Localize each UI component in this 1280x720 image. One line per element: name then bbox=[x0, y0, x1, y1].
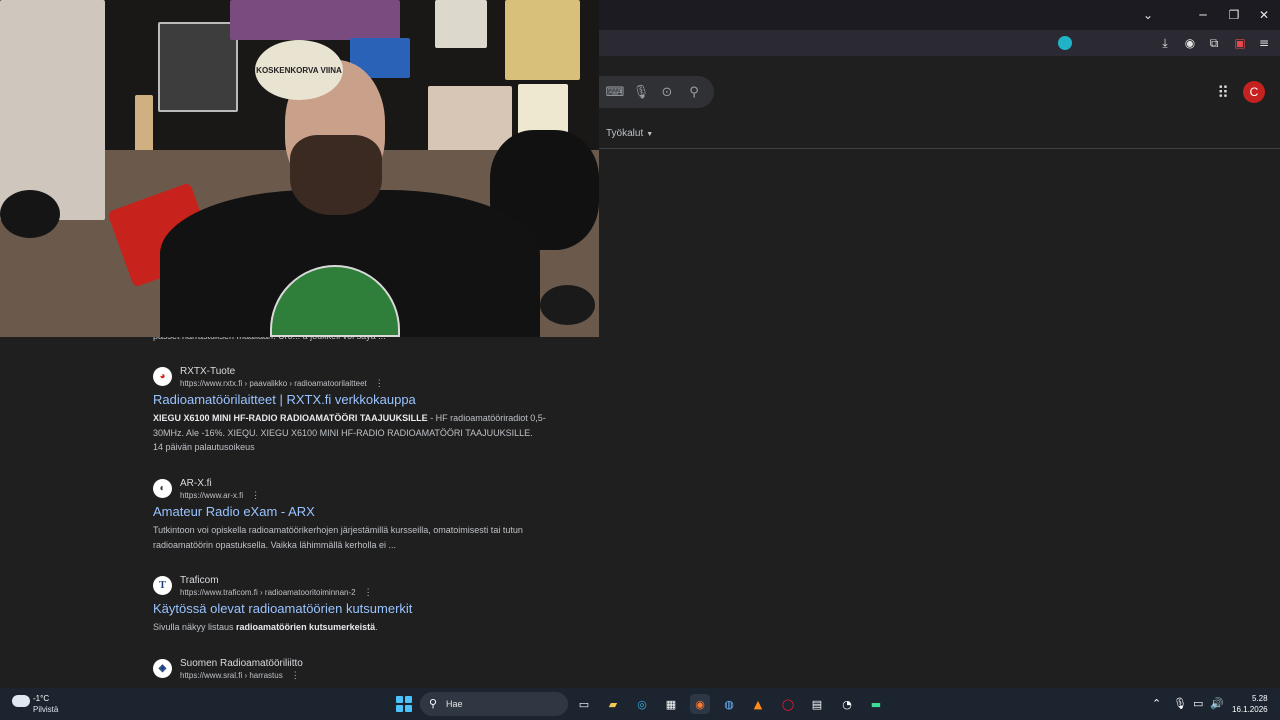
headphones bbox=[540, 285, 595, 325]
taskbar-search-label: Hae bbox=[446, 699, 463, 709]
caret-down-icon: ▼ bbox=[646, 131, 654, 138]
tools-label: Työkalut bbox=[606, 128, 644, 139]
search-bar[interactable]: ⌨ 🎙 ⊙ ⚲ bbox=[598, 76, 714, 108]
more-options-icon[interactable]: ⋮ bbox=[364, 587, 373, 597]
obs-icon[interactable]: ◔ bbox=[837, 694, 857, 714]
site-url-text: https://www.ar-x.fi bbox=[180, 491, 244, 500]
poster bbox=[158, 22, 238, 112]
weather-description[interactable]: Pilvistä bbox=[33, 705, 58, 714]
screen: ⌄ ─ ❐ ✕ ⤓ ◉ ⧉ ▣ ≡ ⌨ 🎙 ⊙ ⚲ ⠿ C Työkalut ▼ … bbox=[0, 0, 1280, 720]
site-favicon-icon: ◕ bbox=[153, 367, 172, 386]
volume-icon[interactable]: 🔊 bbox=[1210, 697, 1224, 710]
account-avatar[interactable]: C bbox=[1243, 81, 1265, 103]
poster bbox=[435, 0, 487, 48]
start-logo-tile bbox=[405, 705, 412, 712]
site-url[interactable]: https://www.ar-x.fi ⋮ bbox=[180, 490, 260, 501]
chevron-down-icon[interactable]: ⌄ bbox=[1135, 4, 1161, 26]
more-options-icon[interactable]: ⋮ bbox=[251, 490, 260, 500]
clock-date[interactable]: 16.1.2026 bbox=[1232, 705, 1268, 714]
minimize-icon[interactable]: ─ bbox=[1190, 4, 1216, 26]
weather-temperature[interactable]: -1°C bbox=[33, 694, 49, 703]
traficom-favicon-icon: T bbox=[153, 576, 172, 595]
result-title[interactable]: Käytössä olevat radioamatöörien kutsumer… bbox=[153, 601, 412, 616]
result-snippet: XIEGU X6100 MINI HF-RADIO RADIOAMATÖÖRI … bbox=[153, 411, 573, 441]
site-url-text: https://www.sral.fi › harrastus bbox=[180, 671, 283, 680]
site-url[interactable]: https://www.sral.fi › harrastus ⋮ bbox=[180, 670, 300, 681]
close-icon[interactable]: ✕ bbox=[1251, 4, 1277, 26]
edge-icon[interactable]: ◎ bbox=[632, 694, 652, 714]
store-icon[interactable]: ▦ bbox=[661, 694, 681, 714]
mic-icon[interactable]: 🎙 bbox=[632, 83, 650, 101]
keyboard-icon[interactable]: ⌨ bbox=[606, 83, 625, 101]
chevron-up-icon[interactable]: ⌃ bbox=[1152, 697, 1161, 710]
opera-icon[interactable]: ◯ bbox=[778, 694, 798, 714]
start-logo-tile bbox=[396, 696, 403, 703]
site-name[interactable]: AR-X.fi bbox=[180, 478, 212, 489]
site-url-text: https://www.rxtx.fi › paavalikko › radio… bbox=[180, 379, 367, 388]
result-snippet: Sivulla näkyy listaus radioamatöörien ku… bbox=[153, 620, 573, 635]
download-icon[interactable]: ⤓ bbox=[1156, 34, 1174, 52]
koskenkorva-poster: KOSKENKORVA VIINA bbox=[255, 40, 343, 100]
poster bbox=[505, 0, 580, 80]
snippet-text: Sivulla näkyy listaus bbox=[153, 622, 237, 632]
restore-icon[interactable]: ❐ bbox=[1221, 4, 1247, 26]
search-icon[interactable]: ⚲ bbox=[685, 83, 703, 101]
taskbar-search[interactable]: ⚲ Hae bbox=[420, 692, 568, 716]
snippet-text: . bbox=[375, 622, 378, 632]
result-snippet: Tutkintoon voi opiskella radioamatöörike… bbox=[153, 525, 523, 550]
more-options-icon[interactable]: ⋮ bbox=[375, 378, 384, 388]
clock-time[interactable]: 5.28 bbox=[1252, 694, 1268, 703]
poster bbox=[230, 0, 400, 40]
site-url[interactable]: https://www.traficom.fi › radioamatoorit… bbox=[180, 587, 373, 598]
extensions-icon[interactable]: ⧉ bbox=[1205, 34, 1223, 52]
account-icon[interactable]: ◉ bbox=[1181, 34, 1199, 52]
start-button[interactable] bbox=[396, 696, 412, 712]
start-logo-tile bbox=[396, 705, 403, 712]
wall-left bbox=[0, 0, 105, 220]
favicon-letter: T bbox=[159, 580, 166, 591]
cloud-icon[interactable] bbox=[12, 695, 30, 707]
site-url-text: https://www.traficom.fi › radioamatoorit… bbox=[180, 588, 356, 597]
result-extra: 14 päivän palautusoikeus bbox=[153, 442, 255, 452]
result-title[interactable]: Amateur Radio eXam - ARX bbox=[153, 504, 315, 519]
site-name[interactable]: Traficom bbox=[180, 575, 219, 586]
lens-icon[interactable]: ⊙ bbox=[658, 83, 676, 101]
mic-icon[interactable]: 🎙 bbox=[1173, 697, 1187, 710]
beard bbox=[290, 135, 382, 215]
cap bbox=[0, 190, 60, 238]
task-view-icon[interactable]: ▭ bbox=[574, 694, 594, 714]
snippet-bold: radioamatöörien kutsumerkeistä bbox=[236, 622, 376, 632]
steam-icon[interactable]: ◍ bbox=[719, 694, 739, 714]
addon-icon[interactable]: ▣ bbox=[1231, 34, 1249, 52]
firefox-icon[interactable]: ◉ bbox=[690, 694, 710, 714]
site-favicon-icon: ◐ bbox=[153, 479, 172, 498]
site-name[interactable]: RXTX-Tuote bbox=[180, 366, 235, 377]
file-explorer-icon[interactable]: ▰ bbox=[603, 694, 623, 714]
site-name[interactable]: Suomen Radioamatööriliitto bbox=[180, 658, 303, 669]
header-divider bbox=[598, 148, 1280, 149]
terminal-icon[interactable]: ▤ bbox=[807, 694, 827, 714]
site-indicator-icon[interactable] bbox=[1058, 36, 1072, 50]
result-title[interactable]: Radioamatöörilaitteet | RXTX.fi verkkoka… bbox=[153, 392, 416, 407]
site-url[interactable]: https://www.rxtx.fi › paavalikko › radio… bbox=[180, 378, 384, 389]
network-icon[interactable]: ▭ bbox=[1193, 697, 1203, 710]
google-apps-icon[interactable]: ⠿ bbox=[1214, 83, 1232, 102]
app-icon[interactable]: ▬ bbox=[866, 694, 886, 714]
more-options-icon[interactable]: ⋮ bbox=[291, 670, 300, 680]
snippet-bold: XIEGU X6100 MINI HF-RADIO RADIOAMATÖÖRI … bbox=[153, 413, 428, 423]
menu-icon[interactable]: ≡ bbox=[1255, 34, 1273, 52]
start-logo-tile bbox=[405, 696, 412, 703]
sral-favicon-icon: ◈ bbox=[153, 659, 172, 678]
webcam-overlay: KOSKENKORVA VIINA bbox=[0, 0, 599, 337]
search-icon: ⚲ bbox=[429, 697, 438, 710]
tools-button[interactable]: Työkalut ▼ bbox=[606, 128, 653, 139]
vlc-icon[interactable]: ▲ bbox=[748, 694, 768, 714]
